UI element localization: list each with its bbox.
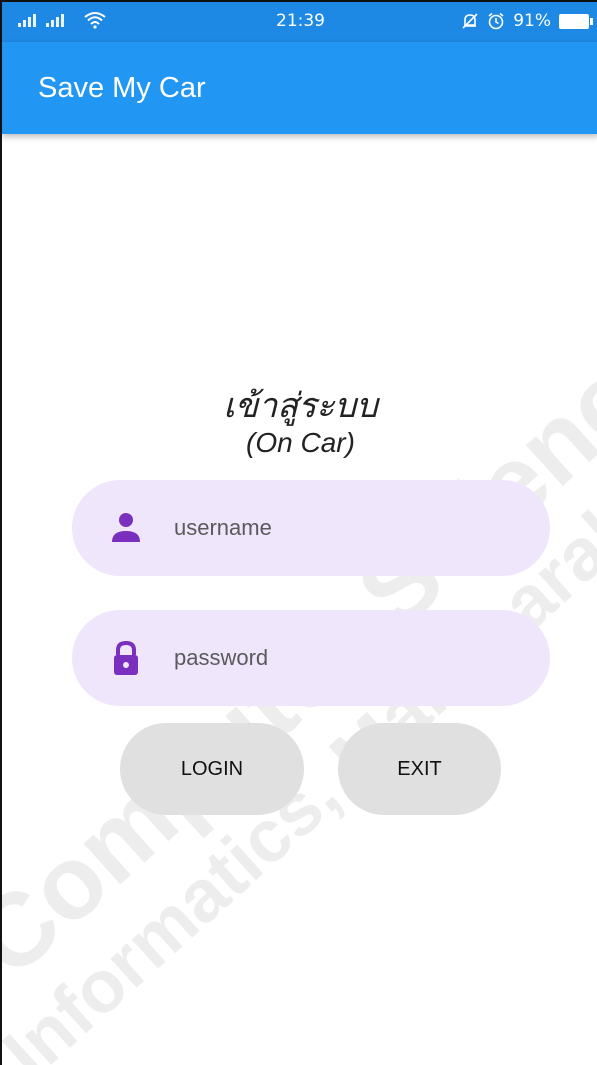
username-input[interactable] bbox=[174, 480, 514, 576]
app-title: Save My Car bbox=[38, 72, 206, 104]
username-field[interactable] bbox=[72, 480, 550, 576]
alarm-icon bbox=[488, 12, 504, 30]
password-field[interactable] bbox=[72, 610, 550, 706]
password-input[interactable] bbox=[174, 610, 514, 706]
person-icon bbox=[112, 513, 140, 542]
status-bar: 21:39 91% bbox=[2, 2, 597, 42]
app-bar: Save My Car bbox=[2, 42, 597, 134]
app-screen: 21:39 91% Save My Car Computer Science D… bbox=[0, 0, 597, 1065]
mute-icon bbox=[462, 13, 478, 29]
login-heading: เข้าสู่ระบบ bbox=[223, 386, 378, 426]
status-right: 91% bbox=[461, 11, 593, 31]
login-subheading: (On Car) bbox=[246, 427, 355, 458]
login-button[interactable]: LOGIN bbox=[120, 723, 304, 815]
lock-icon bbox=[114, 640, 138, 675]
battery-percent: 91% bbox=[513, 11, 551, 31]
battery-icon bbox=[559, 13, 593, 29]
exit-button[interactable]: EXIT bbox=[338, 723, 501, 815]
